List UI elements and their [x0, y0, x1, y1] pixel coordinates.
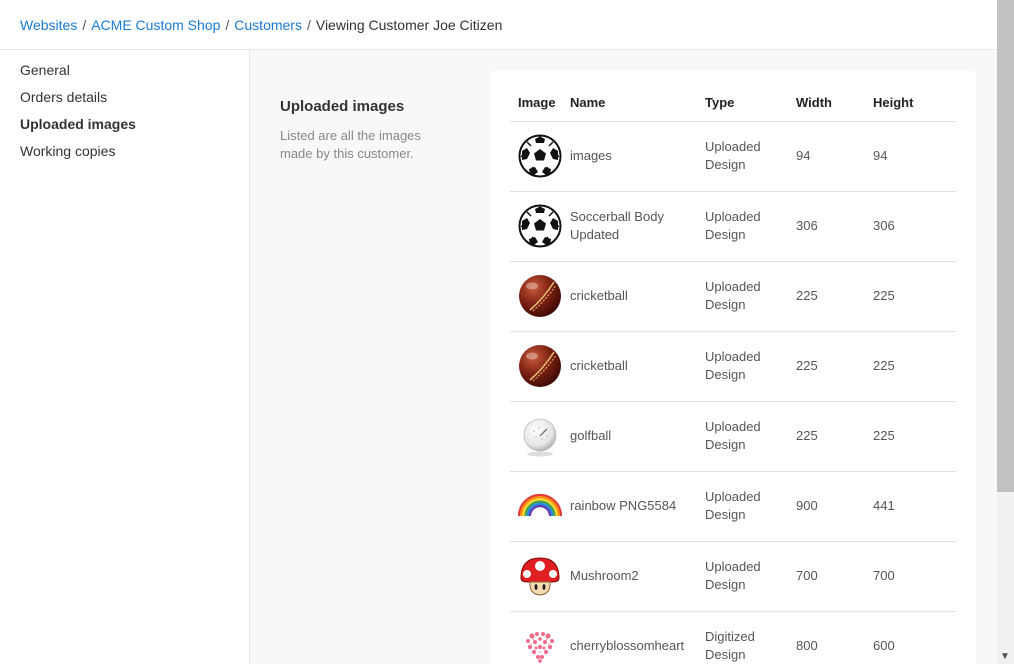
- sidebar-item-general[interactable]: General: [0, 61, 249, 88]
- cell-width: 225: [796, 401, 873, 472]
- header-width: Width: [796, 71, 873, 122]
- table-header-row: Image Name Type Width Height: [510, 71, 956, 122]
- cell-width: 700: [796, 541, 873, 612]
- breadcrumb-current: Viewing Customer Joe Citizen: [315, 17, 503, 33]
- cell-width: 900: [796, 471, 873, 542]
- cricket-ball-icon: [519, 345, 561, 387]
- header-image: Image: [510, 71, 570, 122]
- breadcrumb-websites[interactable]: Websites: [20, 17, 77, 33]
- sidebar-item-uploaded-images[interactable]: Uploaded images: [0, 115, 249, 142]
- cell-type: Uploaded Design: [705, 191, 796, 262]
- table-row[interactable]: cricketball Uploaded Design 225 225: [510, 331, 956, 402]
- header-height: Height: [873, 71, 956, 122]
- sidebar-item-orders-details[interactable]: Orders details: [0, 88, 249, 115]
- cell-type: Uploaded Design: [705, 541, 796, 612]
- cell-height: 94: [873, 121, 956, 192]
- section-info: Uploaded images Listed are all the image…: [280, 98, 450, 163]
- breadcrumb-customers[interactable]: Customers: [234, 17, 302, 33]
- cell-height: 441: [873, 471, 956, 542]
- cell-name: cricketball: [570, 261, 705, 332]
- cell-type: Uploaded Design: [705, 121, 796, 192]
- soccer-ball-icon: [518, 134, 562, 178]
- cell-height: 225: [873, 261, 956, 332]
- golf-ball-icon: [523, 418, 557, 457]
- cell-width: 225: [796, 331, 873, 402]
- cell-width: 800: [796, 611, 873, 664]
- images-card: Image Name Type Width Height images Uplo…: [490, 71, 976, 664]
- header-name: Name: [570, 71, 705, 122]
- breadcrumb-acme-custom-shop[interactable]: ACME Custom Shop: [91, 17, 220, 33]
- cell-name: Soccerball Body Updated: [570, 191, 705, 262]
- mushroom-icon: [520, 557, 560, 596]
- cell-name: golfball: [570, 401, 705, 472]
- cherry-blossom-heart-icon: [526, 632, 554, 663]
- main-content: Uploaded images Listed are all the image…: [250, 50, 997, 664]
- cell-height: 600: [873, 611, 956, 664]
- images-table: Image Name Type Width Height images Uplo…: [510, 71, 956, 664]
- breadcrumb-separator: /: [82, 17, 87, 33]
- soccer-ball-icon: [518, 204, 562, 248]
- table-row[interactable]: rainbow PNG5584 Uploaded Design 900 441: [510, 471, 956, 542]
- cell-height: 306: [873, 191, 956, 262]
- cell-name: cricketball: [570, 331, 705, 402]
- cricket-ball-icon: [519, 275, 561, 317]
- sidebar-item-working-copies[interactable]: Working copies: [0, 142, 249, 169]
- sidebar: General Orders details Uploaded images W…: [0, 50, 250, 664]
- table-row[interactable]: golfball Uploaded Design 225 225: [510, 401, 956, 472]
- cell-type: Uploaded Design: [705, 261, 796, 332]
- section-description: Listed are all the images made by this c…: [280, 128, 421, 161]
- vertical-scrollbar[interactable]: ▼: [997, 0, 1014, 664]
- cell-height: 700: [873, 541, 956, 612]
- cell-name: Mushroom2: [570, 541, 705, 612]
- cell-type: Uploaded Design: [705, 401, 796, 472]
- header-type: Type: [705, 71, 796, 122]
- cell-name: rainbow PNG5584: [570, 471, 705, 542]
- table-row[interactable]: cherryblossomheart Digitized Design 800 …: [510, 611, 956, 664]
- section-title: Uploaded images: [280, 98, 405, 115]
- cell-name: images: [570, 121, 705, 192]
- breadcrumb-separator: /: [225, 17, 230, 33]
- cell-width: 94: [796, 121, 873, 192]
- breadcrumb: Websites / ACME Custom Shop / Customers / View…: [0, 0, 997, 50]
- cell-height: 225: [873, 401, 956, 472]
- cell-type: Uploaded Design: [705, 331, 796, 402]
- cell-name: cherryblossomheart: [570, 611, 705, 664]
- cell-type: Uploaded Design: [705, 471, 796, 542]
- breadcrumb-separator: /: [306, 17, 311, 33]
- table-row[interactable]: Mushroom2 Uploaded Design 700 700: [510, 541, 956, 612]
- table-row[interactable]: cricketball Uploaded Design 225 225: [510, 261, 956, 332]
- cell-width: 306: [796, 191, 873, 262]
- scrollbar-thumb[interactable]: [997, 0, 1014, 492]
- cell-type: Digitized Design: [705, 611, 796, 664]
- table-row[interactable]: images Uploaded Design 94 94: [510, 121, 956, 192]
- scroll-down-icon[interactable]: ▼: [1000, 651, 1010, 663]
- table-row[interactable]: Soccerball Body Updated Uploaded Design …: [510, 191, 956, 262]
- cell-height: 225: [873, 331, 956, 402]
- cell-width: 225: [796, 261, 873, 332]
- rainbow-icon: [518, 493, 562, 517]
